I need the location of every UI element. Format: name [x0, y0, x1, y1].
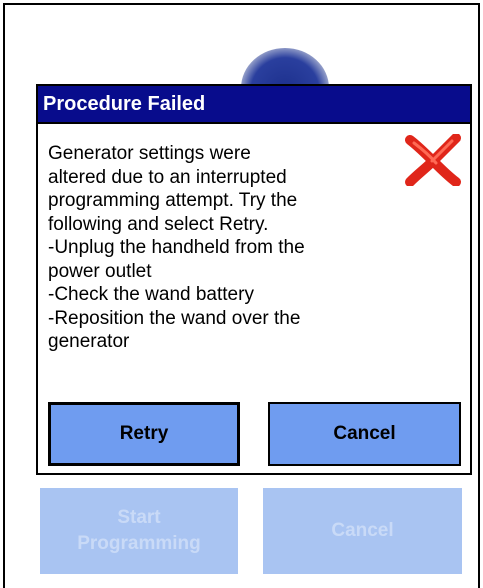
start-programming-button: Start Programming	[40, 488, 238, 574]
dialog-message: Generator settings were altered due to a…	[48, 143, 305, 352]
procedure-failed-dialog: Procedure Failed Generator settings were…	[36, 84, 472, 475]
device-screen: Start Programming Cancel Procedure Faile…	[0, 0, 483, 588]
dialog-title: Procedure Failed	[38, 86, 470, 124]
cancel-button[interactable]: Cancel	[268, 402, 461, 466]
background-cancel-button: Cancel	[263, 488, 462, 574]
error-x-icon	[405, 134, 461, 186]
retry-button[interactable]: Retry	[48, 402, 240, 466]
